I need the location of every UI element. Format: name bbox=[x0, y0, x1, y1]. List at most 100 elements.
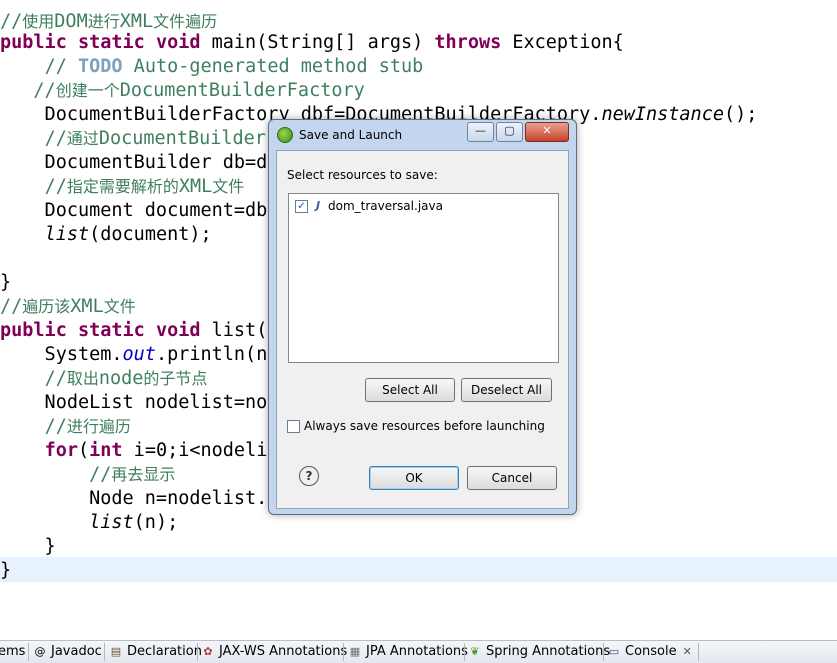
code-token: static bbox=[77, 32, 145, 53]
code-token: public bbox=[0, 32, 67, 53]
code-token: (document); bbox=[89, 224, 212, 245]
always-save-option[interactable]: Always save resources before launching bbox=[287, 419, 545, 433]
code-token: Auto-generated method stub bbox=[122, 56, 424, 77]
tab-spring-annotations[interactable]: ❦ Spring Annotations bbox=[468, 641, 610, 663]
tab-separator bbox=[464, 643, 465, 661]
minimize-button[interactable]: — bbox=[467, 122, 494, 142]
tab-javadoc-label: Javadoc bbox=[51, 644, 102, 659]
code-token: 指定需要解析的 bbox=[66, 177, 179, 196]
tab-jpa-annotations[interactable]: ▦ JPA Annotations bbox=[348, 641, 468, 663]
select-resources-label: Select resources to save: bbox=[287, 168, 438, 182]
code-token: 的子节点 bbox=[143, 369, 208, 388]
maximize-button[interactable]: ▢ bbox=[496, 122, 523, 142]
code-token: node bbox=[98, 368, 144, 389]
always-save-label: Always save resources before launching bbox=[304, 419, 545, 433]
code-token: // bbox=[0, 11, 23, 32]
tab-javadoc[interactable]: @ Javadoc bbox=[33, 641, 102, 663]
close-button[interactable]: ✕ bbox=[525, 122, 569, 142]
tab-separator bbox=[104, 643, 105, 661]
jaxws-icon: ✿ bbox=[203, 645, 213, 658]
tab-jaxws-label: JAX-WS Annotations bbox=[219, 644, 348, 659]
code-token: list bbox=[89, 512, 134, 533]
code-token: 取出 bbox=[66, 369, 99, 388]
code-token: 进行 bbox=[87, 12, 120, 31]
code-token: (); bbox=[723, 104, 758, 125]
tab-declaration[interactable]: ▤ Declaration bbox=[109, 641, 202, 663]
resource-name: dom_traversal.java bbox=[328, 199, 443, 213]
code-token: } bbox=[0, 560, 12, 581]
code-token: static bbox=[77, 320, 145, 341]
declaration-icon: ▤ bbox=[110, 645, 122, 658]
code-line: //遍历该XML文件 bbox=[0, 295, 136, 319]
select-all-button[interactable]: Select All bbox=[365, 378, 455, 402]
code-line: //取出node的子节点 bbox=[0, 367, 208, 391]
code-token: 文件 bbox=[212, 177, 245, 196]
code-line: } bbox=[0, 271, 11, 295]
tab-problems[interactable]: ems bbox=[0, 641, 25, 663]
code-token: 通过 bbox=[66, 129, 99, 148]
code-line: //创建一个DocumentBuilderFactory bbox=[0, 79, 364, 103]
code-token: System. bbox=[0, 344, 123, 365]
tab-declaration-label: Declaration bbox=[127, 644, 202, 659]
ok-button[interactable]: OK bbox=[369, 466, 459, 490]
code-line: } bbox=[0, 559, 11, 583]
always-save-checkbox[interactable] bbox=[287, 419, 300, 433]
code-line: //再去显示 bbox=[0, 463, 175, 487]
tab-console-label: Console bbox=[625, 644, 677, 659]
code-token: void bbox=[155, 320, 201, 341]
code-token: XML bbox=[70, 296, 104, 317]
code-token: Exception{ bbox=[501, 32, 624, 53]
code-token: 使用 bbox=[22, 12, 55, 31]
dialog-titlebar[interactable]: Save and Launch bbox=[277, 124, 402, 146]
tab-console[interactable]: ▭ Console ✕ bbox=[607, 641, 692, 663]
code-token: // bbox=[44, 176, 67, 197]
code-token: 进行遍历 bbox=[66, 417, 131, 436]
code-token: (n); bbox=[133, 512, 179, 533]
code-token: XML bbox=[178, 176, 213, 197]
code-line: list(n); bbox=[0, 511, 178, 535]
code-token: out bbox=[122, 344, 156, 365]
dialog-title: Save and Launch bbox=[299, 128, 403, 142]
dialog-body: Select resources to save: ✓ J dom_traver… bbox=[276, 150, 569, 509]
resources-list[interactable]: ✓ J dom_traversal.java bbox=[288, 193, 559, 363]
code-token: // bbox=[44, 416, 67, 437]
resource-checkbox[interactable]: ✓ bbox=[295, 199, 308, 213]
tab-separator bbox=[197, 643, 198, 661]
code-token: } bbox=[0, 272, 12, 293]
code-token: } bbox=[0, 536, 56, 557]
tab-separator bbox=[698, 643, 699, 661]
code-token: 创建一个 bbox=[55, 81, 120, 100]
code-token: main(String[] args) bbox=[200, 32, 435, 53]
help-icon[interactable]: ? bbox=[299, 466, 319, 486]
eclipse-icon bbox=[277, 127, 293, 143]
tab-spring-label: Spring Annotations bbox=[486, 644, 611, 659]
code-token: TODO bbox=[77, 56, 123, 77]
code-line: // TODO Auto-generated method stub bbox=[0, 55, 424, 79]
current-line-highlight bbox=[0, 557, 837, 582]
cancel-button[interactable]: Cancel bbox=[467, 466, 557, 490]
console-icon: ▭ bbox=[608, 645, 620, 658]
deselect-all-button[interactable]: Deselect All bbox=[461, 378, 552, 402]
tab-jaxws-annotations[interactable]: ✿ JAX-WS Annotations bbox=[201, 641, 347, 663]
code-token: 文件遍历 bbox=[153, 12, 218, 31]
code-token: list bbox=[44, 224, 90, 245]
javadoc-icon: @ bbox=[34, 645, 46, 658]
code-token: // bbox=[44, 56, 78, 77]
code-token: // bbox=[89, 464, 112, 485]
tab-separator bbox=[603, 643, 604, 661]
code-line: //进行遍历 bbox=[0, 415, 131, 439]
code-token: void bbox=[155, 32, 201, 53]
close-icon[interactable]: ✕ bbox=[683, 641, 692, 663]
list-item[interactable]: ✓ J dom_traversal.java bbox=[295, 199, 443, 213]
